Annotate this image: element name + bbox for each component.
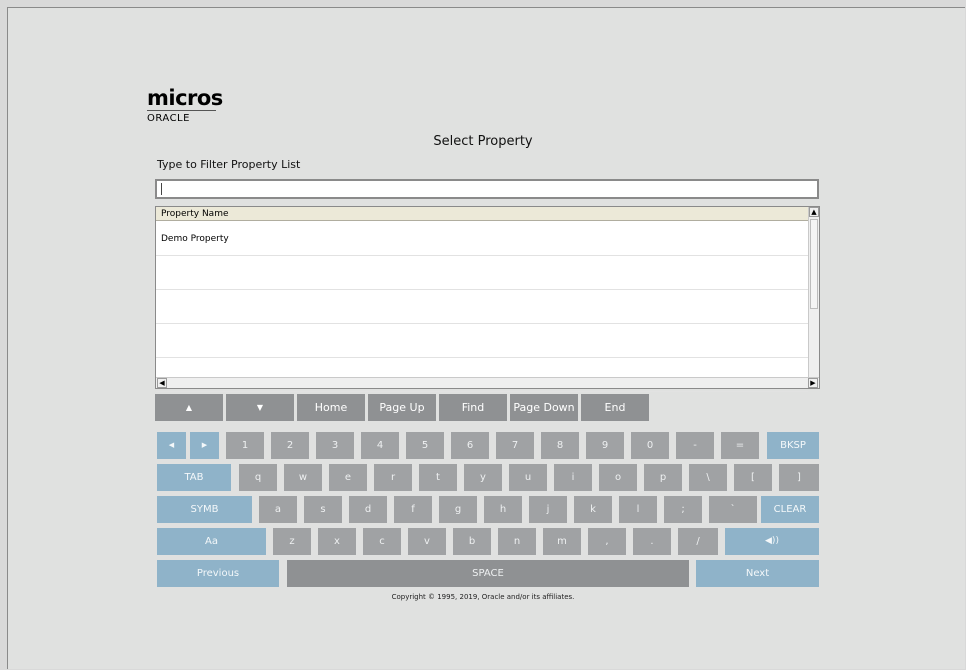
key-e[interactable]: e xyxy=(329,464,367,491)
logo-divider xyxy=(147,110,216,111)
key-b[interactable]: b xyxy=(453,528,491,555)
key-j[interactable]: j xyxy=(529,496,567,523)
scroll-down-button[interactable]: ▼ xyxy=(226,394,294,421)
find-button[interactable]: Find xyxy=(439,394,507,421)
space-key[interactable]: SPACE xyxy=(287,560,689,587)
key-r[interactable]: r xyxy=(374,464,412,491)
end-button[interactable]: End xyxy=(581,394,649,421)
key-right-bracket[interactable]: ] xyxy=(779,464,819,491)
key-z[interactable]: z xyxy=(273,528,311,555)
filter-label: Type to Filter Property List xyxy=(157,158,301,171)
scroll-right-arrow-icon[interactable]: ▶ xyxy=(808,378,818,388)
logo-micros-text: micros xyxy=(147,86,223,110)
key-n[interactable]: n xyxy=(498,528,536,555)
key-y[interactable]: y xyxy=(464,464,502,491)
key-3[interactable]: 3 xyxy=(316,432,354,459)
key-m[interactable]: m xyxy=(543,528,581,555)
page-title: Select Property xyxy=(433,134,533,149)
key-l[interactable]: l xyxy=(619,496,657,523)
key-left-bracket[interactable]: [ xyxy=(734,464,772,491)
key-0[interactable]: 0 xyxy=(631,432,669,459)
previous-button[interactable]: Previous xyxy=(157,560,279,587)
scroll-up-arrow-icon[interactable]: ▲ xyxy=(809,207,819,217)
logo-oracle-text: ORACLE xyxy=(147,113,190,124)
key-v[interactable]: v xyxy=(408,528,446,555)
key-comma[interactable]: , xyxy=(588,528,626,555)
key-2[interactable]: 2 xyxy=(271,432,309,459)
filter-input[interactable] xyxy=(155,179,819,199)
key-period[interactable]: . xyxy=(633,528,671,555)
key-k[interactable]: k xyxy=(574,496,612,523)
next-button[interactable]: Next xyxy=(696,560,819,587)
key-i[interactable]: i xyxy=(554,464,592,491)
horizontal-scrollbar[interactable]: ◀ ▶ xyxy=(156,377,819,388)
key-semicolon[interactable]: ; xyxy=(664,496,702,523)
page-up-button[interactable]: Page Up xyxy=(368,394,436,421)
list-row[interactable] xyxy=(156,324,808,358)
key-1[interactable]: 1 xyxy=(226,432,264,459)
key-4[interactable]: 4 xyxy=(361,432,399,459)
key-w[interactable]: w xyxy=(284,464,322,491)
clear-key[interactable]: CLEAR xyxy=(761,496,819,523)
key-h[interactable]: h xyxy=(484,496,522,523)
key-equals[interactable]: = xyxy=(721,432,759,459)
list-row[interactable]: Demo Property xyxy=(156,222,808,256)
key-6[interactable]: 6 xyxy=(451,432,489,459)
key-a[interactable]: a xyxy=(259,496,297,523)
speaker-sound-key-icon[interactable]: ◀)) xyxy=(725,528,819,555)
cursor-left-key[interactable]: ◀ xyxy=(157,432,186,459)
column-header-property-name[interactable]: Property Name xyxy=(156,207,808,221)
cursor-right-key[interactable]: ▶ xyxy=(190,432,219,459)
scroll-up-button[interactable]: ▲ xyxy=(155,394,223,421)
key-f[interactable]: f xyxy=(394,496,432,523)
key-backslash[interactable]: \ xyxy=(689,464,727,491)
key-o[interactable]: o xyxy=(599,464,637,491)
property-list[interactable]: Property Name Demo Property ▲ ◀ ▶ xyxy=(155,206,820,392)
key-p[interactable]: p xyxy=(644,464,682,491)
scroll-left-arrow-icon[interactable]: ◀ xyxy=(157,378,167,388)
key-c[interactable]: c xyxy=(363,528,401,555)
shift-case-key[interactable]: Aa xyxy=(157,528,266,555)
key-9[interactable]: 9 xyxy=(586,432,624,459)
key-u[interactable]: u xyxy=(509,464,547,491)
key-slash[interactable]: / xyxy=(678,528,718,555)
home-button[interactable]: Home xyxy=(297,394,365,421)
vertical-scrollbar[interactable]: ▲ xyxy=(808,207,819,377)
tab-key[interactable]: TAB xyxy=(157,464,231,491)
list-row[interactable] xyxy=(156,290,808,324)
key-x[interactable]: x xyxy=(318,528,356,555)
key-7[interactable]: 7 xyxy=(496,432,534,459)
text-caret xyxy=(161,183,162,195)
key-8[interactable]: 8 xyxy=(541,432,579,459)
micros-oracle-logo: micros ORACLE xyxy=(147,88,223,124)
key-5[interactable]: 5 xyxy=(406,432,444,459)
key-t[interactable]: t xyxy=(419,464,457,491)
page-down-button[interactable]: Page Down xyxy=(510,394,578,421)
key-s[interactable]: s xyxy=(304,496,342,523)
key-g[interactable]: g xyxy=(439,496,477,523)
copyright-notice: Copyright © 1995, 2019, Oracle and/or it… xyxy=(391,593,575,601)
backspace-key[interactable]: BKSP xyxy=(767,432,819,459)
key-backtick[interactable]: ` xyxy=(709,496,757,523)
key-q[interactable]: q xyxy=(239,464,277,491)
list-row[interactable] xyxy=(156,256,808,290)
key-minus[interactable]: - xyxy=(676,432,714,459)
vertical-scroll-thumb[interactable] xyxy=(810,219,818,309)
key-d[interactable]: d xyxy=(349,496,387,523)
symbol-key[interactable]: SYMB xyxy=(157,496,252,523)
